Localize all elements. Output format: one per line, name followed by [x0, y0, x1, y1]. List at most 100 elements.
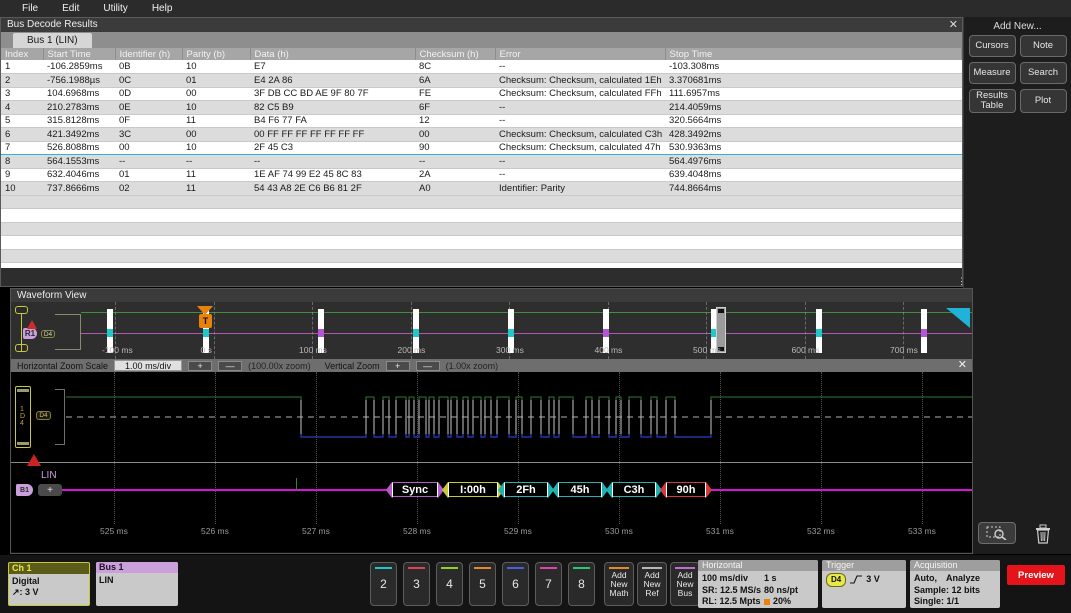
add-search-button[interactable]: Search: [1020, 62, 1067, 84]
table-row[interactable]: 9632.4046ms01111E AF 74 99 E2 45 8C 832A…: [1, 168, 962, 182]
results-window-titlebar: Bus Decode Results ✕: [1, 18, 962, 32]
column-header-5[interactable]: Checksum (h): [415, 48, 495, 60]
column-header-0[interactable]: Index: [1, 48, 43, 60]
cell-stop: 744.8664ms: [665, 182, 962, 196]
close-icon[interactable]: ✕: [949, 18, 958, 32]
zoom-time-axis: 525 ms526 ms527 ms528 ms529 ms530 ms531 …: [11, 526, 972, 538]
table-row[interactable]: 2-756.1988µs0C01E4 2A 866AChecksum: Chec…: [1, 74, 962, 88]
overview-bus-badge[interactable]: R1: [23, 328, 37, 339]
add-measure-button[interactable]: Measure: [969, 62, 1016, 84]
lin-packet[interactable]: 2Fh: [504, 482, 548, 497]
lin-packet[interactable]: 90h: [666, 482, 706, 497]
bus-decode-results-window: Bus Decode Results ✕ Bus 1 (LIN) IndexSt…: [0, 17, 963, 287]
bus-add-button[interactable]: +: [38, 484, 62, 496]
column-header-7[interactable]: Stop Time: [665, 48, 962, 60]
horizontal-zoom-decrease-button[interactable]: —: [218, 361, 242, 371]
channel-button-2[interactable]: 2: [370, 562, 397, 606]
add-new-math-button[interactable]: AddNewMath: [604, 562, 634, 606]
vertical-zoom-increase-button[interactable]: +: [386, 361, 410, 371]
add-note-button[interactable]: Note: [1020, 35, 1067, 57]
sidebar-drag-handle[interactable]: ⋮: [957, 279, 966, 283]
channel-1-type: Digital: [12, 576, 86, 587]
table-row[interactable]: 8564.1553ms----------564.4976ms: [1, 155, 962, 169]
cell-stop: 3.370681ms: [665, 74, 962, 88]
tab-bus1-lin[interactable]: Bus 1 (LIN): [13, 33, 92, 48]
add-cursors-button[interactable]: Cursors: [969, 35, 1016, 57]
menu-item-utility[interactable]: Utility: [91, 0, 139, 17]
column-header-1[interactable]: Start Time: [43, 48, 115, 60]
cell-parity: 11: [182, 114, 250, 128]
horizontal-panel[interactable]: Horizontal 100 ms/div 1 s SR: 12.5 MS/s …: [698, 560, 818, 608]
trigger-panel[interactable]: Trigger D4 3 V: [822, 560, 906, 608]
channel-button-label: 6: [512, 577, 519, 591]
channel-button-5[interactable]: 5: [469, 562, 496, 606]
lin-packet[interactable]: Sync: [392, 482, 438, 497]
table-row[interactable]: 5315.8128ms0F11B4 F6 77 FA12--320.5664ms: [1, 114, 962, 128]
table-row[interactable]: 10737.8666ms021154 43 A8 2E C6 B6 81 2FA…: [1, 182, 962, 196]
add-new-sidebar: Add New... Cursors Note Measure Search R…: [963, 17, 1071, 554]
channel-button-7[interactable]: 7: [535, 562, 562, 606]
menu-item-edit[interactable]: Edit: [50, 0, 91, 17]
cell-data: E7: [250, 60, 415, 74]
acquisition-single: Single: 1/1: [914, 596, 996, 608]
add-new-ref-button[interactable]: AddNewRef: [637, 562, 667, 606]
lin-packet[interactable]: I:00h: [448, 482, 498, 497]
bus-warning-icon: [27, 454, 41, 466]
column-header-6[interactable]: Error: [495, 48, 665, 60]
bus-trigger-tick: [296, 478, 297, 490]
channel-1-chip[interactable]: Ch 1 Digital ↗: 3 V: [8, 562, 90, 606]
vertical-zoom-decrease-button[interactable]: —: [416, 361, 440, 371]
trash-icon[interactable]: [1028, 522, 1058, 546]
zoom-bar-close-icon[interactable]: ✕: [958, 359, 967, 372]
horizontal-sample-rate: SR: 12.5 MS/s: [702, 585, 764, 597]
bus-badge[interactable]: B1: [16, 484, 33, 496]
rising-edge-icon: [850, 575, 862, 584]
menu-item-help[interactable]: Help: [140, 0, 185, 17]
overview-pane[interactable]: R1 D4 T -100 ms0 s100 ms200 ms300 ms400 …: [11, 302, 972, 359]
cell-start: 564.1553ms: [43, 155, 115, 169]
lin-packet[interactable]: C3h: [612, 482, 656, 497]
packet-left-cap: [442, 482, 448, 498]
lin-packet[interactable]: 45h: [558, 482, 602, 497]
cell-data: 82 C5 B9: [250, 101, 415, 115]
table-row[interactable]: 7526.8088ms00102F 45 C390Checksum: Check…: [1, 141, 962, 155]
add-button-label-line: Math: [605, 589, 633, 598]
zoom-waveform-pane[interactable]: 1D4 D4 LIN B1 + SyncI:00h2Fh45hC3h90h 52…: [11, 372, 972, 552]
overview-channel-badge[interactable]: D4: [41, 330, 55, 338]
column-header-2[interactable]: Identifier (h): [115, 48, 182, 60]
menu-item-file[interactable]: File: [0, 0, 50, 17]
preview-button[interactable]: Preview: [1007, 565, 1065, 585]
table-empty-row: [1, 250, 962, 264]
column-header-3[interactable]: Parity (b): [182, 48, 250, 60]
channel-button-6[interactable]: 6: [502, 562, 529, 606]
table-row[interactable]: 4210.2783ms0E1082 C5 B96F--214.4059ms: [1, 101, 962, 115]
waveform-view-title: Waveform View: [11, 289, 972, 302]
table-row[interactable]: 6421.3492ms3C0000 FF FF FF FF FF FF FF00…: [1, 128, 962, 142]
trigger-marker[interactable]: T: [199, 314, 212, 328]
trigger-source: D4: [826, 573, 846, 587]
channel-button-3[interactable]: 3: [403, 562, 430, 606]
cell-error: Checksum: Checksum, calculated FFh: [495, 87, 665, 101]
horizontal-zoom-increase-button[interactable]: +: [188, 361, 212, 371]
add-plot-button[interactable]: Plot: [1020, 89, 1067, 113]
horizontal-zoom-scale-value[interactable]: 1.00 ms/div: [114, 360, 182, 371]
add-results-table-button[interactable]: Results Table: [969, 89, 1016, 113]
cell-index: 7: [1, 141, 43, 155]
horizontal-scale: 100 ms/div: [702, 573, 764, 585]
cell-data: 1E AF 74 99 E2 45 8C 83: [250, 168, 415, 182]
acquisition-panel[interactable]: Acquisition Auto, Analyze Sample: 12 bit…: [910, 560, 1000, 608]
cell-index: 6: [1, 128, 43, 142]
add-new-bus-button[interactable]: AddNewBus: [670, 562, 700, 606]
zoom-time-label: 533 ms: [908, 526, 936, 536]
bus-1-chip[interactable]: Bus 1 LIN: [96, 562, 178, 606]
cell-checksum: --: [415, 155, 495, 169]
channel-button-8[interactable]: 8: [568, 562, 595, 606]
zoom-area-icon[interactable]: [978, 522, 1016, 544]
table-row[interactable]: 1-106.2859ms0B10E78C---103.308ms: [1, 60, 962, 74]
channel-button-4[interactable]: 4: [436, 562, 463, 606]
resize-corner-icon[interactable]: [946, 308, 970, 328]
column-header-4[interactable]: Data (h): [250, 48, 415, 60]
horizontal-total: 1 s: [764, 573, 777, 585]
table-row[interactable]: 3104.6968ms0D003F DB CC BD AE 9F 80 7FFE…: [1, 87, 962, 101]
zoom-time-label: 527 ms: [302, 526, 330, 536]
